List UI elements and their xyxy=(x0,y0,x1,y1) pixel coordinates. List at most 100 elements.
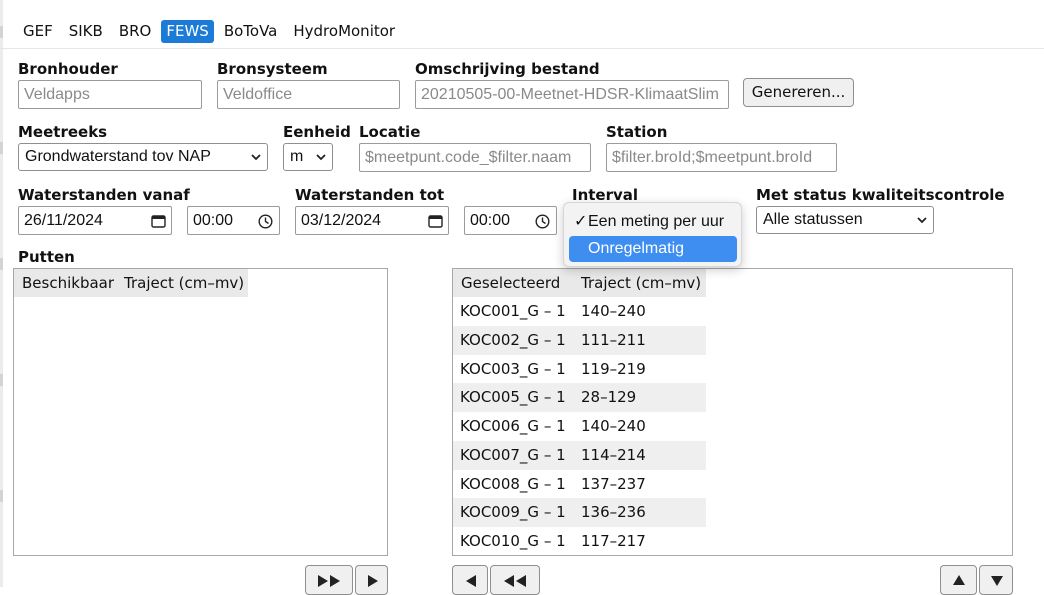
move-down-button[interactable] xyxy=(979,565,1013,595)
move-right-button[interactable] xyxy=(355,565,388,595)
tab-gef[interactable]: GEF xyxy=(17,20,59,43)
arrow-left-icon xyxy=(466,575,476,587)
row-traject: 28–129 xyxy=(581,388,637,406)
tot-date-value: 03/12/2024 xyxy=(301,212,382,229)
row-traject: 111–211 xyxy=(581,331,646,349)
move-all-left-button[interactable] xyxy=(490,565,540,595)
row-name: KOC005_G – 1 xyxy=(460,388,566,406)
tot-label: Waterstanden tot xyxy=(295,186,445,204)
table-row[interactable]: KOC008_G – 1 137–237 xyxy=(453,470,706,499)
column-header-beschikbaar[interactable]: Beschikbaar xyxy=(14,269,124,297)
interval-option-onregelmatig[interactable]: Onregelmatig xyxy=(569,236,737,262)
row-traject: 137–237 xyxy=(581,475,646,493)
geselecteerd-list[interactable]: Geselecteerd Traject (cm–mv) KOC001_G – … xyxy=(452,268,1013,556)
table-row[interactable]: KOC007_G – 1 114–214 xyxy=(453,441,706,470)
chevron-down-icon xyxy=(316,154,326,161)
eenheid-select[interactable]: m xyxy=(283,143,333,171)
row-traject: 136–236 xyxy=(581,503,646,521)
tab-sikb[interactable]: SIKB xyxy=(63,20,109,43)
station-label: Station xyxy=(606,123,668,141)
row-name: KOC010_G – 1 xyxy=(460,532,566,550)
column-header-traject[interactable]: Traject (cm–mv) xyxy=(124,269,248,297)
status-select[interactable]: Alle statussen xyxy=(756,206,934,234)
tot-time-value: 00:00 xyxy=(470,212,511,229)
beschikbaar-list[interactable]: Beschikbaar Traject (cm–mv) xyxy=(13,268,388,556)
omschrijving-input[interactable]: 20210505-00-Meetnet-HDSR-KlimaatSlim xyxy=(415,80,729,109)
vanaf-label: Waterstanden vanaf xyxy=(18,186,190,204)
row-name: KOC003_G – 1 xyxy=(460,360,566,378)
table-row[interactable]: KOC009_G – 1 136–236 xyxy=(453,498,706,527)
row-traject: 114–214 xyxy=(581,446,646,464)
row-name: KOC006_G – 1 xyxy=(460,417,566,435)
locatie-input[interactable]: $meetpunt.code_$filter.naam xyxy=(359,143,591,172)
chevron-down-icon xyxy=(251,154,261,161)
calendar-icon[interactable] xyxy=(428,214,443,228)
tabs-divider xyxy=(0,48,1044,49)
row-traject: 140–240 xyxy=(581,417,646,435)
move-all-right-button[interactable] xyxy=(305,565,353,595)
row-name: KOC001_G – 1 xyxy=(460,302,566,320)
double-arrow-right-icon xyxy=(318,575,340,587)
tab-botova[interactable]: BoToVa xyxy=(218,20,284,43)
window-left-edge xyxy=(0,0,3,587)
vanaf-time-value: 00:00 xyxy=(193,212,234,229)
meetreeks-label: Meetreeks xyxy=(18,123,108,141)
tab-hydromonitor[interactable]: HydroMonitor xyxy=(287,20,401,43)
beschikbaar-header: Beschikbaar Traject (cm–mv) xyxy=(14,269,248,297)
column-header-traject[interactable]: Traject (cm–mv) xyxy=(574,269,706,297)
interval-option-per-uur[interactable]: ✓ Een meting per uur xyxy=(569,209,737,235)
table-row[interactable]: KOC006_G – 1 140–240 xyxy=(453,412,706,441)
table-row[interactable]: KOC003_G – 1 119–219 xyxy=(453,355,706,384)
genereren-button[interactable]: Genereren... xyxy=(743,78,854,107)
double-arrow-left-icon xyxy=(504,575,526,587)
table-row[interactable]: KOC005_G – 1 28–129 xyxy=(453,383,706,412)
arrow-up-icon xyxy=(953,575,965,585)
arrow-right-icon xyxy=(368,575,378,587)
eenheid-value: m xyxy=(290,148,304,165)
bronsysteem-input[interactable]: Veldoffice xyxy=(217,80,400,109)
bronhouder-input[interactable]: Veldapps xyxy=(18,80,202,109)
arrow-down-icon xyxy=(991,576,1003,586)
station-input[interactable]: $filter.broId;$meetpunt.broId xyxy=(606,143,837,172)
interval-option-label: Onregelmatig xyxy=(588,240,685,257)
tot-time-input[interactable]: 00:00 xyxy=(464,206,557,235)
row-name: KOC008_G – 1 xyxy=(460,475,566,493)
move-up-button[interactable] xyxy=(940,565,977,595)
tab-fews[interactable]: FEWS xyxy=(161,20,214,43)
interval-dropdown-menu: ✓ Een meting per uur Onregelmatig xyxy=(563,202,742,267)
status-label: Met status kwaliteitscontrole xyxy=(756,186,1005,204)
calendar-icon[interactable] xyxy=(151,214,166,228)
table-row[interactable]: KOC010_G – 1 117–217 xyxy=(453,527,706,555)
tab-bro[interactable]: BRO xyxy=(113,20,158,43)
row-traject: 117–217 xyxy=(581,532,646,550)
column-header-geselecteerd[interactable]: Geselecteerd xyxy=(453,269,574,297)
clock-icon[interactable] xyxy=(258,214,273,229)
putten-label: Putten xyxy=(18,248,75,266)
locatie-label: Locatie xyxy=(359,123,421,141)
vanaf-time-input[interactable]: 00:00 xyxy=(187,206,280,235)
row-name: KOC009_G – 1 xyxy=(460,503,566,521)
eenheid-label: Eenheid xyxy=(283,123,351,141)
clock-icon[interactable] xyxy=(535,214,550,229)
status-value: Alle statussen xyxy=(763,211,863,228)
vanaf-date-input[interactable]: 26/11/2024 xyxy=(18,206,172,235)
table-row[interactable]: KOC002_G – 1 111–211 xyxy=(453,326,706,355)
move-left-button[interactable] xyxy=(452,565,488,595)
tab-bar: GEF SIKB BRO FEWS BoToVa HydroMonitor xyxy=(17,20,405,44)
row-name: KOC002_G – 1 xyxy=(460,331,566,349)
bronhouder-label: Bronhouder xyxy=(18,60,118,78)
bronsysteem-label: Bronsysteem xyxy=(217,60,328,78)
table-row[interactable]: KOC001_G – 1 140–240 xyxy=(453,297,706,326)
omschrijving-label: Omschrijving bestand xyxy=(415,60,600,78)
row-traject: 119–219 xyxy=(581,360,646,378)
interval-option-label: Een meting per uur xyxy=(588,213,725,230)
row-name: KOC007_G – 1 xyxy=(460,446,566,464)
geselecteerd-header: Geselecteerd Traject (cm–mv) xyxy=(453,269,706,297)
row-traject: 140–240 xyxy=(581,302,646,320)
meetreeks-select[interactable]: Grondwaterstand tov NAP xyxy=(18,143,268,171)
meetreeks-value: Grondwaterstand tov NAP xyxy=(25,148,211,165)
vanaf-date-value: 26/11/2024 xyxy=(24,212,103,229)
checkmark-icon: ✓ xyxy=(574,213,588,230)
tot-date-input[interactable]: 03/12/2024 xyxy=(295,206,449,235)
chevron-down-icon xyxy=(917,217,927,224)
